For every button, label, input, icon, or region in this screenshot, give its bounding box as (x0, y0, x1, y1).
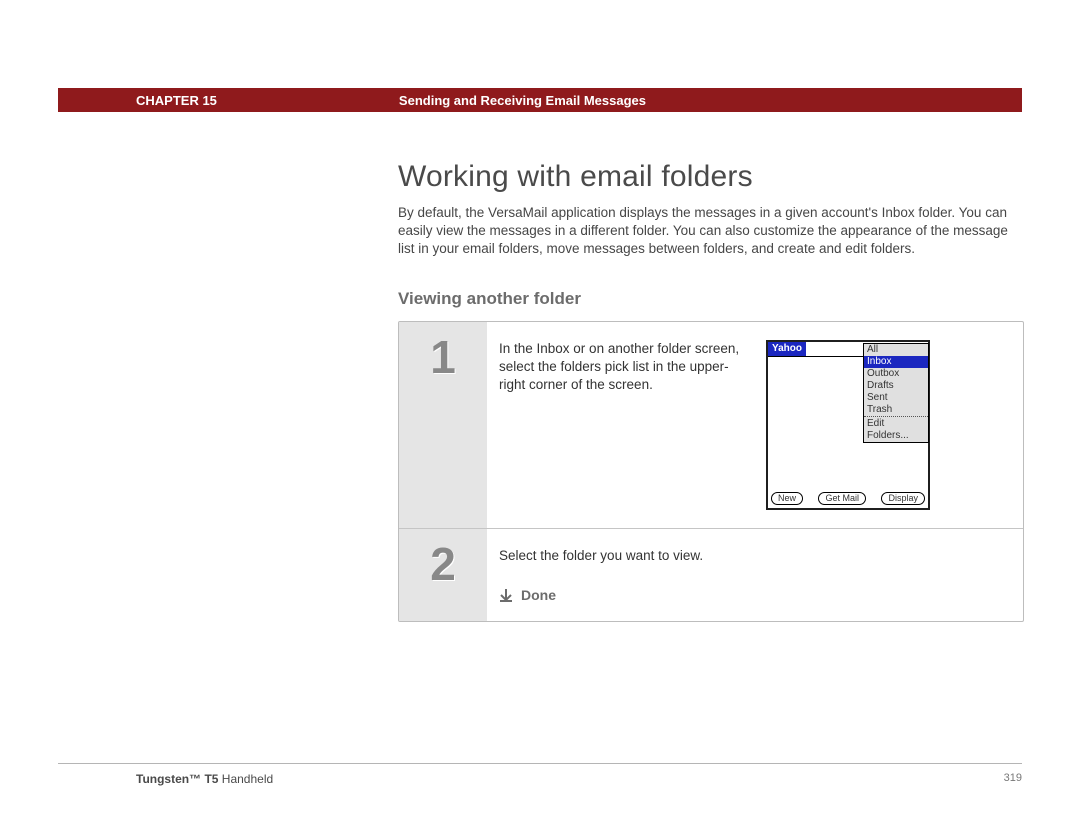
picklist-item-trash[interactable]: Trash (864, 404, 928, 416)
picklist-item-outbox[interactable]: Outbox (864, 368, 928, 380)
step-text: Select the folder you want to view. (499, 547, 1005, 565)
chapter-label: CHAPTER 15 (136, 93, 217, 108)
picklist-item-edit-folders[interactable]: Edit Folders... (864, 418, 928, 442)
picklist-item-inbox[interactable]: Inbox (864, 356, 928, 368)
product-rest: Handheld (218, 772, 273, 786)
step-row: 2 Select the folder you want to view. Do… (399, 528, 1023, 621)
palm-folder-picklist[interactable]: All Inbox Outbox Drafts Sent Trash Edit … (863, 343, 929, 443)
done-arrow-icon (499, 588, 513, 602)
chapter-title: Sending and Receiving Email Messages (399, 93, 646, 108)
palm-getmail-button[interactable]: Get Mail (818, 492, 866, 505)
step-text: In the Inbox or on another folder screen… (499, 340, 744, 395)
step-body: Select the folder you want to view. Done (487, 529, 1023, 621)
palm-body: All Inbox Outbox Drafts Sent Trash Edit … (768, 356, 928, 489)
product-name: Tungsten™ T5 Handheld (136, 772, 273, 786)
steps-table: 1 In the Inbox or on another folder scre… (398, 321, 1024, 622)
step-number: 1 (399, 322, 487, 528)
palm-footer: New Get Mail Display (768, 489, 928, 508)
palm-new-button[interactable]: New (771, 492, 803, 505)
picklist-item-drafts[interactable]: Drafts (864, 380, 928, 392)
intro-paragraph: By default, the VersaMail application di… (398, 204, 1024, 259)
palm-display-button[interactable]: Display (881, 492, 925, 505)
done-marker: Done (499, 587, 1005, 603)
done-label: Done (521, 587, 556, 603)
product-bold: Tungsten™ T5 (136, 772, 218, 786)
palm-screenshot: Yahoo 0/0 All Inbox Outbox Drafts Sent T… (766, 340, 930, 510)
main-content: Working with email folders By default, t… (398, 160, 1024, 622)
step-row: 1 In the Inbox or on another folder scre… (399, 322, 1023, 528)
step-body: In the Inbox or on another folder screen… (487, 322, 1023, 528)
section-subheading: Viewing another folder (398, 289, 1024, 309)
step-number: 2 (399, 529, 487, 621)
picklist-item-all[interactable]: All (864, 344, 928, 356)
page-heading: Working with email folders (398, 160, 1024, 194)
page-number: 319 (1004, 772, 1022, 786)
picklist-item-sent[interactable]: Sent (864, 392, 928, 404)
chapter-bar: CHAPTER 15 Sending and Receiving Email M… (58, 88, 1022, 112)
page-footer: Tungsten™ T5 Handheld 319 (58, 763, 1022, 786)
palm-account: Yahoo (768, 342, 806, 356)
